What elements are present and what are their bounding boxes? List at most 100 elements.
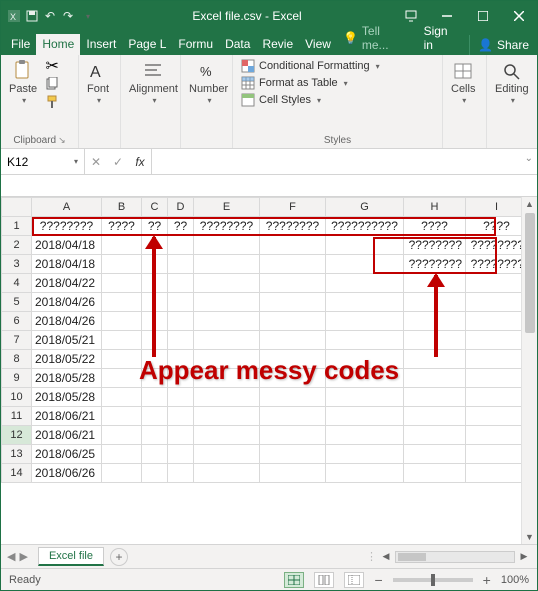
row-header[interactable]: 4 xyxy=(2,274,32,293)
cell[interactable] xyxy=(194,293,260,312)
cell[interactable] xyxy=(466,274,528,293)
cell[interactable] xyxy=(404,388,466,407)
cell[interactable] xyxy=(260,331,326,350)
qat-dropdown-icon[interactable]: ▾ xyxy=(81,9,95,23)
cell[interactable] xyxy=(326,464,404,483)
cell[interactable]: 2018/06/21 xyxy=(32,407,102,426)
cell[interactable] xyxy=(142,445,168,464)
maximize-button[interactable] xyxy=(465,1,501,31)
tab-formulas[interactable]: Formu xyxy=(172,34,219,55)
cell[interactable] xyxy=(466,312,528,331)
zoom-in-button[interactable]: + xyxy=(483,572,491,588)
cell[interactable] xyxy=(194,407,260,426)
cell[interactable] xyxy=(168,312,194,331)
cell[interactable] xyxy=(168,407,194,426)
cell[interactable]: 2018/06/26 xyxy=(32,464,102,483)
close-button[interactable] xyxy=(501,1,537,31)
scroll-left-icon[interactable]: ◀ xyxy=(379,551,393,562)
cell[interactable] xyxy=(260,255,326,274)
cell[interactable]: 2018/04/26 xyxy=(32,293,102,312)
cell[interactable] xyxy=(326,274,404,293)
formula-bar[interactable]: ⌄ xyxy=(152,149,537,174)
col-header-H[interactable]: H xyxy=(404,198,466,217)
cell[interactable] xyxy=(102,388,142,407)
expand-formula-icon[interactable]: ⌄ xyxy=(525,153,533,164)
editing-button[interactable]: Editing▾ xyxy=(493,58,531,107)
cell[interactable] xyxy=(102,426,142,445)
cell[interactable] xyxy=(466,331,528,350)
cells-button[interactable]: Cells▾ xyxy=(449,58,477,107)
cell[interactable] xyxy=(142,407,168,426)
cell[interactable] xyxy=(466,407,528,426)
cell[interactable] xyxy=(102,293,142,312)
row-header[interactable]: 5 xyxy=(2,293,32,312)
cell[interactable] xyxy=(260,445,326,464)
format-as-table-button[interactable]: Format as Table▾ xyxy=(239,75,382,91)
tab-insert[interactable]: Insert xyxy=(80,34,122,55)
cell[interactable] xyxy=(194,331,260,350)
zoom-out-button[interactable]: − xyxy=(374,572,382,588)
cell[interactable] xyxy=(142,426,168,445)
cell[interactable] xyxy=(102,274,142,293)
cell[interactable] xyxy=(102,464,142,483)
cell[interactable] xyxy=(194,388,260,407)
row-header[interactable]: 11 xyxy=(2,407,32,426)
cell[interactable] xyxy=(142,464,168,483)
enter-formula-button[interactable]: ✓ xyxy=(107,155,129,169)
col-header-G[interactable]: G xyxy=(326,198,404,217)
cell[interactable] xyxy=(260,274,326,293)
cell[interactable] xyxy=(466,464,528,483)
cell[interactable] xyxy=(326,293,404,312)
col-header-B[interactable]: B xyxy=(102,198,142,217)
cell[interactable]: 2018/05/22 xyxy=(32,350,102,369)
cell[interactable] xyxy=(404,445,466,464)
row-header[interactable]: 13 xyxy=(2,445,32,464)
cell[interactable]: 2018/04/26 xyxy=(32,312,102,331)
next-sheet-icon[interactable]: ▶ xyxy=(19,550,27,563)
cell[interactable] xyxy=(466,350,528,369)
cell[interactable] xyxy=(168,293,194,312)
cell[interactable] xyxy=(260,464,326,483)
cell[interactable] xyxy=(168,426,194,445)
cell[interactable] xyxy=(102,350,142,369)
copy-button[interactable] xyxy=(43,76,61,92)
col-header-E[interactable]: E xyxy=(194,198,260,217)
cell[interactable] xyxy=(326,426,404,445)
hscroll-thumb[interactable] xyxy=(398,553,426,561)
cell[interactable] xyxy=(326,388,404,407)
cell[interactable] xyxy=(102,407,142,426)
tab-page-layout[interactable]: Page L xyxy=(122,34,172,55)
cell[interactable]: 2018/05/21 xyxy=(32,331,102,350)
row-header[interactable]: 2 xyxy=(2,236,32,255)
cell[interactable] xyxy=(102,255,142,274)
cell[interactable] xyxy=(194,445,260,464)
cell[interactable] xyxy=(168,255,194,274)
sheet-tab-active[interactable]: Excel file xyxy=(38,547,104,566)
row-header[interactable]: 12 xyxy=(2,426,32,445)
col-header-D[interactable]: D xyxy=(168,198,194,217)
cell[interactable] xyxy=(102,445,142,464)
row-header[interactable]: 10 xyxy=(2,388,32,407)
cell[interactable] xyxy=(260,236,326,255)
cell[interactable] xyxy=(260,407,326,426)
cell[interactable]: 2018/05/28 xyxy=(32,388,102,407)
col-header-F[interactable]: F xyxy=(260,198,326,217)
cell[interactable] xyxy=(466,426,528,445)
tell-me[interactable]: 💡Tell me... xyxy=(337,21,414,55)
cell[interactable] xyxy=(168,388,194,407)
paste-button[interactable]: Paste ▾ xyxy=(7,58,39,107)
row-header[interactable]: 14 xyxy=(2,464,32,483)
cell[interactable]: 2018/04/22 xyxy=(32,274,102,293)
prev-sheet-icon[interactable]: ◀ xyxy=(7,550,15,563)
cell[interactable]: 2018/04/18 xyxy=(32,236,102,255)
cell[interactable] xyxy=(102,236,142,255)
fx-button[interactable]: fx xyxy=(129,155,151,169)
col-header-C[interactable]: C xyxy=(142,198,168,217)
undo-icon[interactable]: ↶ xyxy=(43,9,57,23)
zoom-slider[interactable] xyxy=(393,578,473,582)
cell[interactable]: 2018/05/28 xyxy=(32,369,102,388)
row-header[interactable]: 3 xyxy=(2,255,32,274)
cell[interactable] xyxy=(142,388,168,407)
cell[interactable] xyxy=(466,445,528,464)
row-header[interactable]: 1 xyxy=(2,217,32,236)
